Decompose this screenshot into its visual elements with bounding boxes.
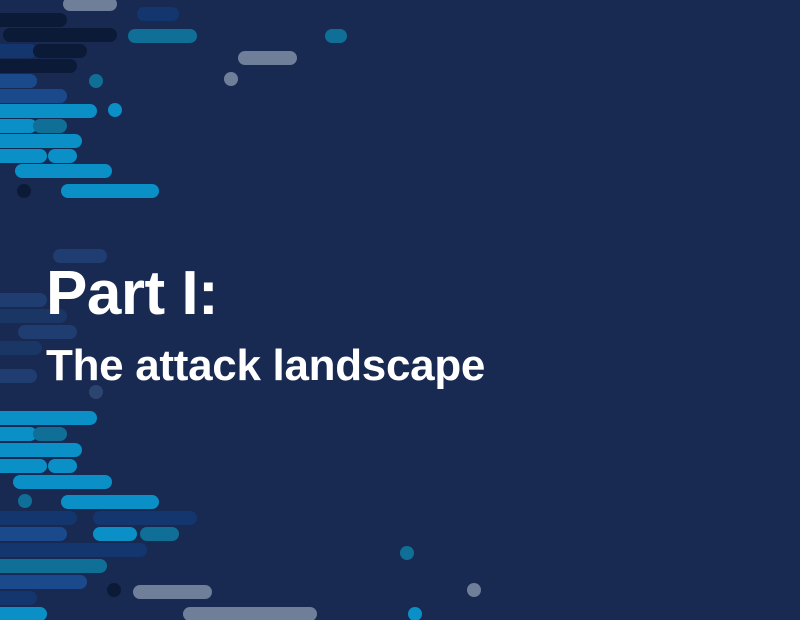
section-cover-page: Part I: The attack landscape bbox=[0, 0, 800, 620]
section-title: Part I: bbox=[46, 259, 219, 328]
section-title-block: Part I: The attack landscape bbox=[46, 258, 485, 394]
section-subtitle: The attack landscape bbox=[46, 341, 486, 390]
